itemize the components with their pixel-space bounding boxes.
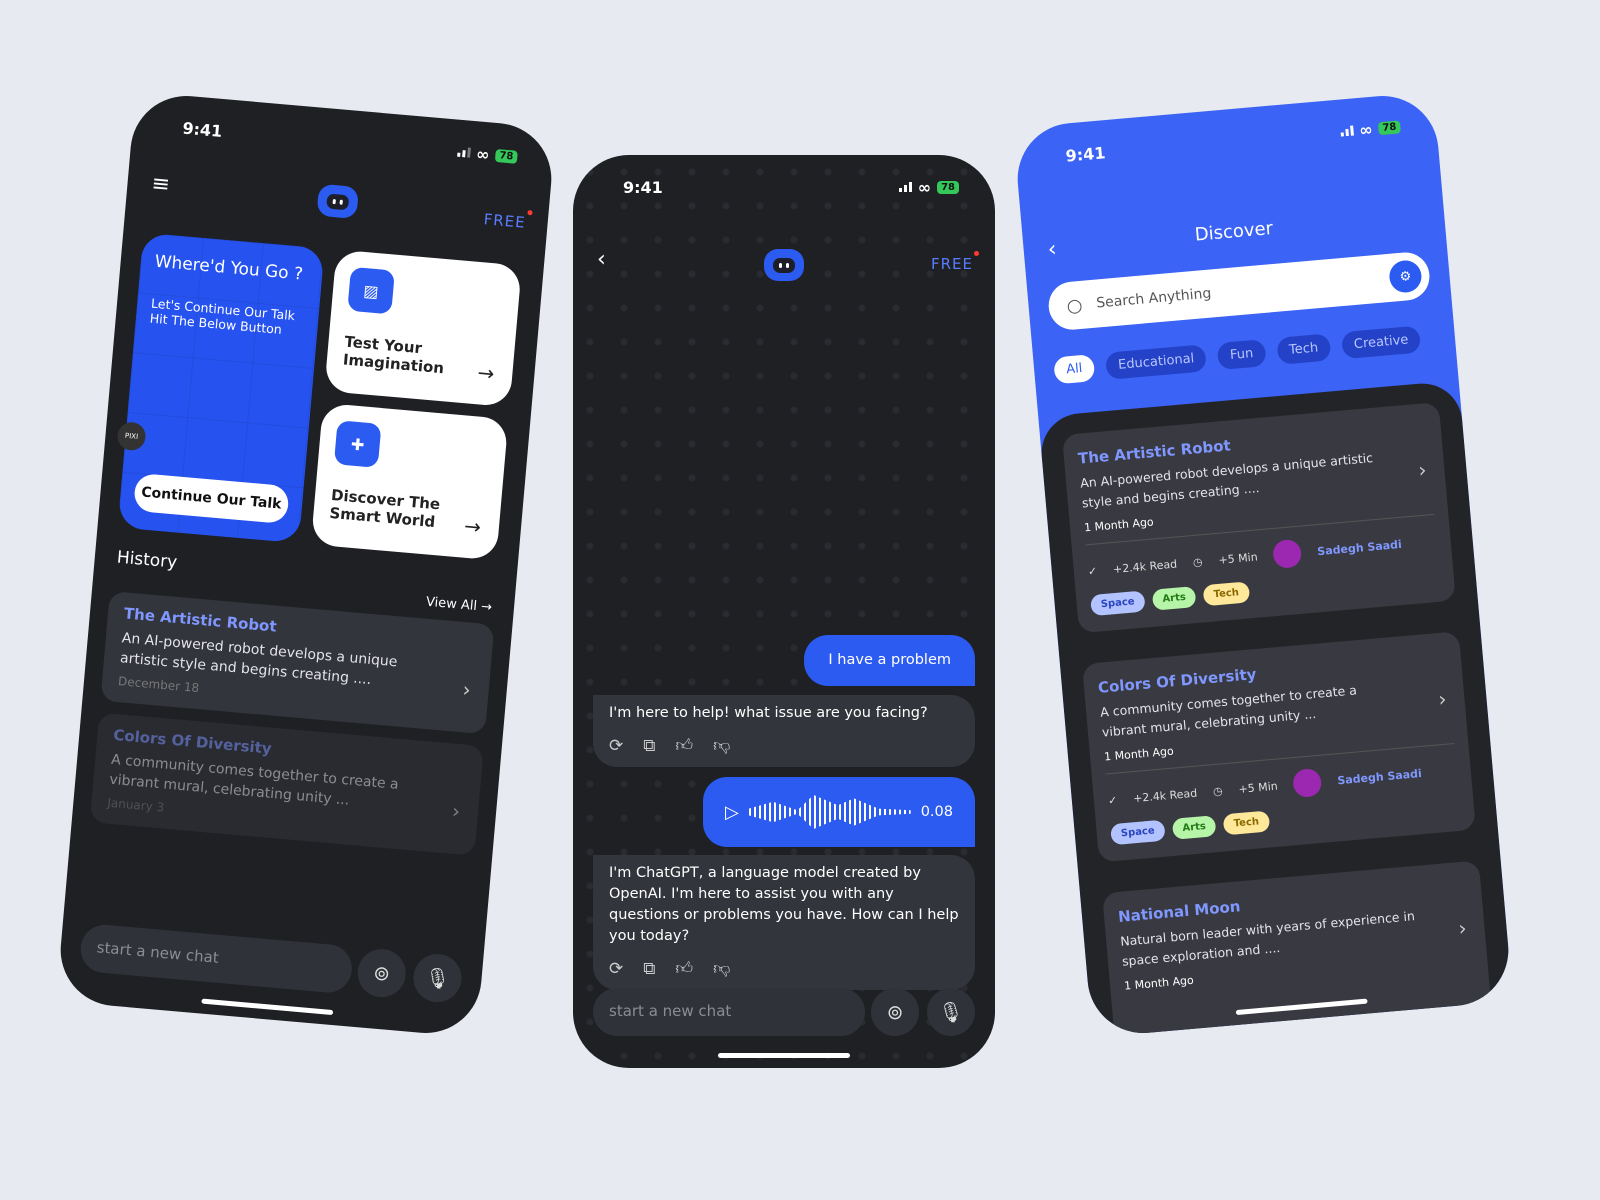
imagination-card[interactable]: ▨ Test Your Imagination → (324, 249, 522, 408)
view-all-link[interactable]: View All → (425, 595, 492, 616)
story-card[interactable]: The Artistic Robot An AI-powered robot d… (1061, 402, 1456, 634)
chevron-right-icon: › (1457, 915, 1468, 941)
read-count: +2.4k Read (1132, 786, 1198, 805)
link-icon: ∞ (917, 177, 932, 197)
story-card[interactable]: National Moon Natural born leader with y… (1102, 860, 1493, 1038)
continue-talk-button[interactable]: Continue Our Talk (133, 472, 290, 525)
chat-screen: 9:41 ∞ 78 ‹ FREE I have a problem I'm here… (573, 155, 995, 1068)
regenerate-icon[interactable]: ⟳ (609, 736, 623, 757)
thumbs-down-icon[interactable]: 👎︎ (713, 736, 730, 757)
robot-logo-icon (764, 249, 804, 281)
menu-icon[interactable]: ≡ (151, 171, 172, 198)
read-time: +5 Min (1237, 779, 1279, 796)
message-text: I'm here to help! what issue are you fac… (609, 705, 928, 721)
tag-tech[interactable]: Tech (1222, 810, 1270, 836)
chip-all[interactable]: All (1053, 354, 1096, 385)
home-indicator (201, 998, 334, 1016)
search-placeholder: Search Anything (1095, 285, 1212, 312)
filter-icon[interactable]: ⚙ (1388, 259, 1423, 294)
attach-icon[interactable]: ⊚ (871, 988, 919, 1036)
clock-icon: ◷ (1192, 554, 1204, 569)
thumbs-up-icon[interactable]: 👍︎ (675, 959, 693, 980)
home-screen: 9:41 ∞ 78 ≡ FREE Where'd You Go ? Let's Co… (56, 91, 556, 1038)
link-icon: ∞ (1358, 119, 1374, 140)
assistant-message: I'm here to help! what issue are you fac… (593, 695, 975, 767)
signal-icon (456, 147, 471, 158)
tag-tech[interactable]: Tech (1202, 581, 1250, 607)
audio-message[interactable]: ▷ 0.08 (703, 777, 975, 847)
regenerate-icon[interactable]: ⟳ (609, 959, 623, 980)
assistant-message: I'm ChatGPT, a language model created by… (593, 855, 975, 990)
avatar (1272, 538, 1303, 569)
pixi-sticker: PIXI (116, 421, 147, 452)
chip-creative[interactable]: Creative (1340, 325, 1422, 360)
author-name[interactable]: Sadegh Saadi (1337, 766, 1422, 786)
home-indicator (718, 1053, 850, 1058)
category-chips: All Educational Fun Tech Creative (1053, 325, 1422, 385)
search-input[interactable]: ○ Search Anything ⚙ (1046, 250, 1432, 332)
check-icon: ✓ (1107, 793, 1118, 807)
discover-card[interactable]: ✚ Discover The Smart World → (310, 402, 509, 561)
battery-icon: 78 (937, 180, 959, 194)
new-chat-input[interactable]: start a new chat (593, 988, 865, 1036)
hero-title: Where'd You Go ? (153, 251, 304, 285)
globe-icon: ✚ (333, 420, 382, 468)
battery-icon: 78 (494, 148, 518, 164)
read-count: +2.4k Read (1112, 557, 1178, 576)
tag-space[interactable]: Space (1110, 819, 1166, 846)
history-item[interactable]: The Artistic Robot An AI-powered robot d… (100, 591, 495, 735)
view-all-label: View All (425, 594, 478, 615)
chevron-right-icon: › (461, 677, 472, 702)
tag-space[interactable]: Space (1090, 590, 1146, 617)
history-heading: History (116, 547, 179, 573)
chevron-right-icon: › (451, 798, 462, 824)
status-bar: 9:41 ∞ 78 (623, 175, 959, 199)
microphone-icon[interactable]: 🎙 (411, 952, 464, 1005)
new-chat-input[interactable]: start a new chat (78, 922, 354, 995)
back-icon[interactable]: ‹ (597, 247, 606, 272)
signal-icon (898, 182, 912, 192)
chevron-right-icon: › (1437, 686, 1448, 712)
plan-badge[interactable]: FREE (483, 210, 526, 232)
chevron-right-icon: › (1417, 457, 1428, 483)
copy-icon[interactable]: ⧉ (643, 736, 655, 757)
avatar (1292, 767, 1323, 799)
image-icon: ▨ (347, 266, 395, 315)
read-time: +5 Min (1217, 549, 1259, 567)
user-message: I have a problem (804, 635, 975, 686)
page-title: Discover (1193, 217, 1274, 246)
audio-duration: 0.08 (920, 803, 953, 820)
continue-card: Where'd You Go ? Let's Continue Our Talk… (116, 232, 325, 544)
arrow-right-icon: → (463, 513, 482, 540)
chip-tech[interactable]: Tech (1275, 333, 1332, 365)
story-card[interactable]: Colors Of Diversity A community comes to… (1081, 631, 1476, 863)
history-item[interactable]: Colors Of Diversity A community comes to… (89, 712, 484, 856)
status-bar: 9:41 ∞ 78 (1065, 114, 1402, 167)
message-text: I'm ChatGPT, a language model created by… (609, 865, 959, 944)
plan-badge[interactable]: FREE (931, 251, 980, 273)
copy-icon[interactable]: ⧉ (643, 959, 655, 980)
tag-arts[interactable]: Arts (1151, 586, 1197, 611)
link-icon: ∞ (475, 143, 491, 164)
chip-fun[interactable]: Fun (1216, 339, 1267, 371)
thumbs-down-icon[interactable]: 👎︎ (713, 959, 730, 980)
play-icon[interactable]: ▷ (725, 802, 739, 823)
signal-icon (1340, 125, 1354, 137)
arrow-right-icon: → (476, 360, 496, 386)
check-icon: ✓ (1087, 564, 1098, 578)
results-panel: The Artistic Robot An AI-powered robot d… (1038, 380, 1513, 1038)
search-icon: ○ (1065, 294, 1084, 317)
tag-arts[interactable]: Arts (1171, 815, 1217, 840)
author-name[interactable]: Sadegh Saadi (1317, 537, 1402, 557)
robot-logo-icon (316, 183, 360, 220)
clock-icon: ◷ (1212, 783, 1224, 798)
status-bar: 9:41 ∞ 78 (182, 116, 519, 169)
battery-icon: 78 (1377, 119, 1401, 135)
chip-educational[interactable]: Educational (1105, 344, 1208, 380)
waveform (748, 795, 911, 829)
discover-screen: 9:41 ∞ 78 ‹ Discover ○ Search Anything ⚙ Al… (1013, 91, 1513, 1038)
microphone-icon[interactable]: 🎙 (927, 988, 975, 1036)
thumbs-up-icon[interactable]: 👍︎ (675, 736, 693, 757)
attach-icon[interactable]: ⊚ (355, 947, 408, 1000)
